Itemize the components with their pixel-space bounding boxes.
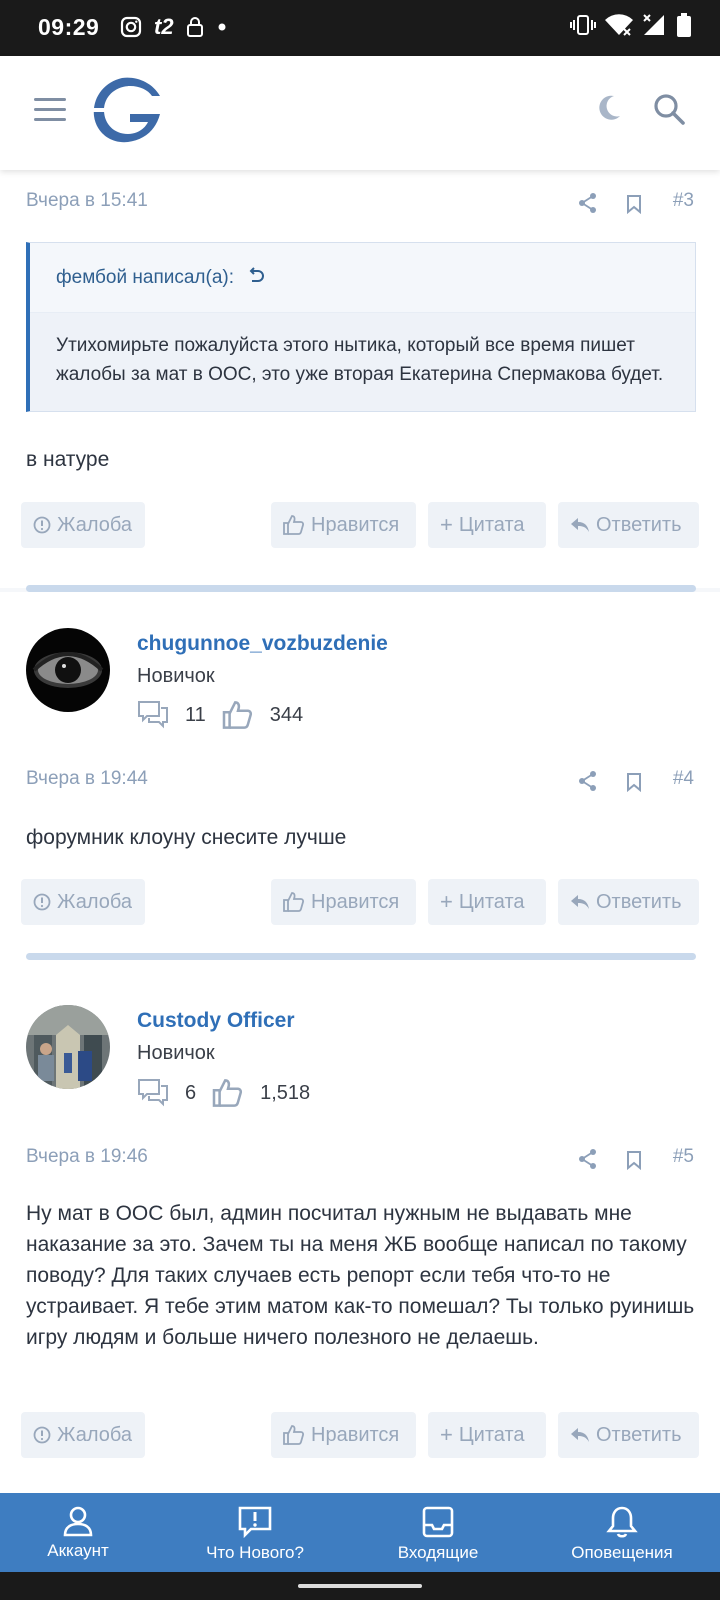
nav-alerts[interactable]: Оповещения: [560, 1493, 684, 1572]
post-divider: [26, 953, 696, 960]
like-button[interactable]: Нравится: [271, 879, 416, 925]
post-divider: [26, 585, 696, 592]
reply-icon: [571, 518, 589, 532]
post-time[interactable]: Вчера в 15:41: [26, 190, 148, 212]
quote-button[interactable]: + Цитата: [428, 879, 546, 925]
user-title: Новичок: [137, 1042, 215, 1064]
report-button[interactable]: Жалоба: [21, 879, 145, 925]
reply-button[interactable]: Ответить: [558, 879, 699, 925]
post-text: в натуре: [26, 448, 110, 471]
quote-author[interactable]: фембой написал(а):: [56, 267, 234, 288]
user-stats: 6 1,518: [137, 1078, 310, 1108]
signal-icon: [643, 14, 664, 35]
post-number[interactable]: #4: [673, 768, 694, 790]
wifi-icon: [605, 14, 633, 36]
dot-icon: [218, 23, 226, 31]
likes-count: 344: [269, 703, 304, 726]
thumbs-up-icon: [222, 701, 252, 729]
post-4: Вчера в 19:44 #4 форумник клоуну снесите…: [0, 752, 720, 962]
alert-icon: [33, 1426, 51, 1444]
moon-icon[interactable]: [598, 94, 622, 120]
quote-block: фембой написал(а): Утихомирьте пожалуйст…: [26, 242, 696, 412]
bookmark-icon[interactable]: [626, 1150, 642, 1170]
messages-count: 11: [185, 703, 206, 726]
carrier-label: t2: [154, 14, 174, 39]
share-icon[interactable]: [578, 1148, 598, 1170]
thumbs-up-icon: [283, 892, 305, 912]
search-icon[interactable]: [652, 92, 686, 126]
thumbs-up-icon: [283, 1425, 305, 1445]
alert-bubble-icon: [238, 1506, 272, 1539]
user-stats: 11 344: [137, 700, 303, 730]
messages-icon: [138, 1079, 168, 1107]
post-5: Вчера в 19:46 #5 Ну мат в ООС был, админ…: [0, 1130, 720, 1493]
status-bar: 09:29 t2: [0, 0, 720, 56]
post-text: Ну мат в ООС был, админ посчитал нужным …: [26, 1202, 695, 1349]
user-icon: [63, 1506, 93, 1537]
post-number[interactable]: #3: [673, 190, 694, 212]
nav-whats-new[interactable]: Что Нового?: [190, 1493, 320, 1572]
goto-quote-icon[interactable]: [247, 267, 265, 285]
messages-count: 6: [185, 1081, 197, 1104]
plus-icon: +: [440, 1422, 453, 1447]
post-actions: Жалоба Нравится + Цитата Ответить: [0, 879, 720, 925]
user-title: Новичок: [137, 665, 215, 687]
like-button[interactable]: Нравится: [271, 502, 416, 548]
post-time[interactable]: Вчера в 19:44: [26, 768, 148, 790]
like-button[interactable]: Нравится: [271, 1412, 416, 1458]
status-right-icons: [570, 12, 692, 38]
share-icon[interactable]: [578, 192, 598, 214]
lock-icon: [186, 17, 203, 37]
bell-icon: [606, 1506, 638, 1538]
thumbs-up-icon: [283, 515, 305, 535]
post-time[interactable]: Вчера в 19:46: [26, 1146, 148, 1168]
status-left-icons: t2: [120, 14, 228, 40]
post-number[interactable]: #5: [673, 1146, 694, 1168]
battery-icon: [677, 13, 691, 37]
user-card: Custody Officer Новичок 6 1,518: [0, 962, 720, 1130]
site-logo-icon[interactable]: [90, 74, 164, 151]
alert-icon: [33, 516, 51, 534]
avatar[interactable]: [26, 1005, 110, 1089]
report-button[interactable]: Жалоба: [21, 1412, 145, 1458]
reply-button[interactable]: Ответить: [558, 1412, 699, 1458]
site-header: [0, 56, 720, 170]
reply-icon: [571, 895, 589, 909]
user-card: chugunnoe_vozbuzdenie Новичок 11 344: [0, 592, 720, 752]
bottom-navigation: Аккаунт Что Нового? Входящие Оповещения: [0, 1493, 720, 1572]
quote-header[interactable]: фембой написал(а):: [30, 243, 695, 313]
reply-icon: [571, 1428, 589, 1442]
username-link[interactable]: chugunnoe_vozbuzdenie: [137, 632, 388, 656]
alert-icon: [33, 893, 51, 911]
avatar[interactable]: [26, 628, 110, 712]
username-link[interactable]: Custody Officer: [137, 1009, 295, 1033]
inbox-icon: [422, 1506, 454, 1538]
quote-button[interactable]: + Цитата: [428, 502, 546, 548]
post-text: форумник клоуну снесите лучше: [26, 826, 347, 849]
status-time: 09:29: [38, 14, 100, 40]
quote-body: Утихомирьте пожалуйста этого нытика, кот…: [30, 313, 695, 411]
bookmark-icon[interactable]: [626, 772, 642, 792]
reply-button[interactable]: Ответить: [558, 502, 699, 548]
share-icon[interactable]: [578, 770, 598, 792]
hamburger-icon[interactable]: [34, 98, 66, 124]
home-indicator[interactable]: [298, 1584, 422, 1588]
gesture-bar: [0, 1572, 720, 1600]
messages-icon: [138, 701, 168, 729]
vibrate-icon: [570, 15, 596, 35]
post-3: Вчера в 15:41 #3 фембой написал(а): Утих…: [0, 170, 720, 592]
nav-inbox[interactable]: Входящие: [380, 1493, 496, 1572]
plus-icon: +: [440, 512, 453, 537]
thread-content: Вчера в 15:41 #3 фембой написал(а): Утих…: [0, 170, 720, 1493]
bookmark-icon[interactable]: [626, 194, 642, 214]
likes-count: 1,518: [260, 1081, 311, 1104]
quote-button[interactable]: + Цитата: [428, 1412, 546, 1458]
instagram-icon: [120, 16, 142, 38]
nav-account[interactable]: Аккаунт: [20, 1493, 136, 1572]
post-actions: Жалоба Нравится + Цитата Ответить: [0, 1412, 720, 1458]
thumbs-up-icon: [212, 1079, 243, 1107]
report-button[interactable]: Жалоба: [21, 502, 145, 548]
plus-icon: +: [440, 889, 453, 914]
post-actions: Жалоба Нравится + Цитата Ответить: [0, 502, 720, 548]
